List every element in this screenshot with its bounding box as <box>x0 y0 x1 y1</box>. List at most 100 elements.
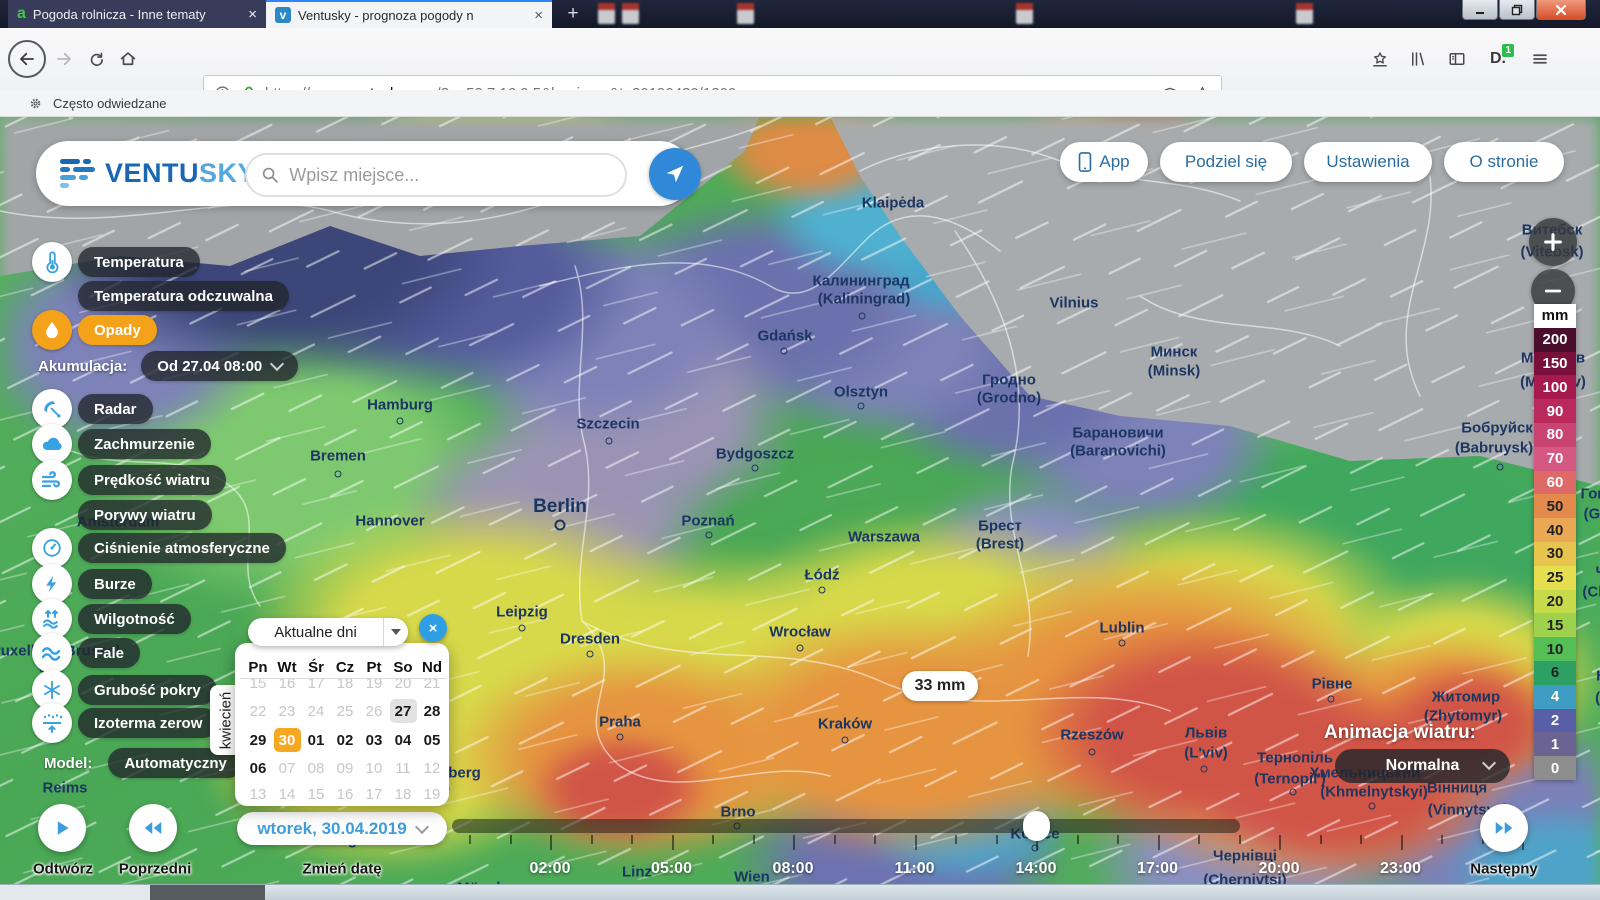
radar-icon[interactable] <box>32 389 72 429</box>
calendar-day[interactable]: 14 <box>274 782 301 806</box>
calendar-day[interactable]: 27 <box>390 699 417 723</box>
layer-item-ciśnienie-atmosferyczne[interactable]: Ciśnienie atmosferyczne <box>32 528 286 568</box>
layer-pill[interactable]: Burze <box>78 569 152 599</box>
calendar-day[interactable]: 06 <box>245 756 272 780</box>
menu-hamburger-icon[interactable] <box>1526 28 1554 90</box>
calendar-day[interactable]: 18 <box>390 782 417 806</box>
settings-button[interactable]: Ustawienia <box>1304 142 1432 182</box>
minimize-button[interactable] <box>1462 0 1498 20</box>
calendar-day[interactable]: 03 <box>361 728 388 752</box>
frequently-visited-label[interactable]: Często odwiedzane <box>53 96 166 111</box>
tab-ventusky-active[interactable]: v Ventusky - prognoza pogody n × <box>266 0 552 28</box>
search-input[interactable] <box>287 164 611 187</box>
layer-item-zachmurzenie[interactable]: Zachmurzenie <box>32 424 211 464</box>
layer-pill[interactable]: Temperatura odczuwalna <box>78 281 289 311</box>
gear-icon[interactable] <box>28 96 43 111</box>
layer-pill[interactable]: Grubość pokry <box>78 675 217 705</box>
calendar-day[interactable]: 26 <box>361 699 388 723</box>
calendar-day[interactable]: 08 <box>303 756 330 780</box>
zoom-in-button[interactable] <box>1529 218 1577 266</box>
play-button[interactable] <box>38 804 86 852</box>
layer-pill[interactable]: Fale <box>78 638 140 668</box>
wind-animation-select[interactable]: Normalna <box>1335 749 1510 783</box>
layer-item-fale[interactable]: Fale <box>32 633 140 673</box>
calendar-day-selected[interactable]: 30 <box>274 728 301 752</box>
about-button[interactable]: O stronie <box>1444 142 1564 182</box>
save-to-bookmarks-icon[interactable] <box>1366 28 1394 90</box>
calendar-day[interactable]: 10 <box>361 756 388 780</box>
select-arrow[interactable] <box>383 618 408 646</box>
layer-pill[interactable]: Temperatura <box>78 247 200 277</box>
calendar-day[interactable]: 01 <box>303 728 330 752</box>
new-tab-button[interactable]: + <box>560 1 586 27</box>
calendar-day[interactable]: 15 <box>303 782 330 806</box>
gauge-icon[interactable] <box>32 528 72 568</box>
calendar-day[interactable]: 09 <box>332 756 359 780</box>
calendar-day[interactable]: 22 <box>245 699 272 723</box>
layer-item-burze[interactable]: Burze <box>32 564 152 604</box>
calendar-day[interactable]: 11 <box>390 756 417 780</box>
isotherm-icon[interactable] <box>32 703 72 743</box>
previous-button[interactable] <box>129 804 177 852</box>
calendar-day[interactable]: 13 <box>245 782 272 806</box>
timeline-track[interactable] <box>452 819 1240 833</box>
calendar-day[interactable]: 17 <box>361 782 388 806</box>
layer-pill[interactable]: Opady <box>78 315 157 345</box>
droplet-icon[interactable] <box>32 310 72 350</box>
city-label: Київ <box>1596 668 1600 685</box>
place-search[interactable] <box>245 153 627 197</box>
restore-button[interactable] <box>1499 0 1535 20</box>
reload-button[interactable] <box>82 28 110 90</box>
layer-pill[interactable]: Ciśnienie atmosferyczne <box>78 533 286 563</box>
geolocate-button[interactable] <box>649 148 701 200</box>
calendar-day[interactable]: 04 <box>390 728 417 752</box>
calendar-day[interactable]: 29 <box>245 728 272 752</box>
home-button[interactable] <box>114 28 142 90</box>
calendar-day[interactable]: 23 <box>274 699 301 723</box>
waves-icon[interactable] <box>32 633 72 673</box>
close-tab-icon[interactable]: × <box>534 8 543 23</box>
layer-pill[interactable]: Zachmurzenie <box>78 429 211 459</box>
layer-item-radar[interactable]: Radar <box>32 389 153 429</box>
close-window-button[interactable] <box>1536 0 1586 20</box>
calendar-day[interactable]: 07 <box>274 756 301 780</box>
sidebar-toggle-icon[interactable] <box>1443 28 1471 90</box>
calendar-day[interactable]: 05 <box>419 728 446 752</box>
calendar-preset-select[interactable]: Aktualne dni <box>248 618 408 646</box>
wind-icon[interactable] <box>32 460 72 500</box>
layer-pill[interactable]: Prędkość wiatru <box>78 465 226 495</box>
layer-item-izoterma-zerow[interactable]: Izoterma zerow <box>32 703 218 743</box>
calendar-close-button[interactable]: × <box>419 614 447 642</box>
next-button[interactable] <box>1480 804 1528 852</box>
share-button[interactable]: Podziel się <box>1160 142 1292 182</box>
back-button[interactable] <box>8 28 46 90</box>
bolt-icon[interactable] <box>32 564 72 604</box>
calendar-day[interactable]: 16 <box>332 782 359 806</box>
city-label: Vilnius <box>1050 295 1099 312</box>
calendar-day[interactable]: 19 <box>419 782 446 806</box>
calendar-day[interactable]: 12 <box>419 756 446 780</box>
timeline-slider-handle[interactable] <box>1023 811 1050 841</box>
city-marker <box>819 587 826 594</box>
app-button[interactable]: App <box>1060 142 1148 182</box>
layer-pill[interactable]: Wilgotność <box>78 604 191 634</box>
accumulation-select[interactable]: Od 27.04 08:00 <box>141 351 298 381</box>
tab-pogoda-rolnicza[interactable]: a Pogoda rolnicza - Inne tematy × <box>8 0 266 28</box>
library-icon[interactable] <box>1404 28 1432 90</box>
calendar-day[interactable]: 28 <box>419 699 446 723</box>
cloud-icon[interactable] <box>32 424 72 464</box>
calendar-day[interactable]: 24 <box>303 699 330 723</box>
extension-icon[interactable]: D. 1 <box>1482 28 1514 90</box>
forward-button[interactable] <box>50 28 78 90</box>
layer-pill[interactable]: Radar <box>78 394 153 424</box>
layer-item-prędkość-wiatru[interactable]: Prędkość wiatru <box>32 460 226 500</box>
calendar-day[interactable]: 02 <box>332 728 359 752</box>
layer-item-opady[interactable]: Opady <box>32 310 157 350</box>
strip-segment-dark <box>150 885 265 900</box>
layer-pill[interactable]: Izoterma zerow <box>78 708 218 738</box>
close-tab-icon[interactable]: × <box>248 7 257 22</box>
date-select[interactable]: wtorek, 30.04.2019 <box>237 812 447 845</box>
calendar-day[interactable]: 25 <box>332 699 359 723</box>
accumulation-row: Akumulacja: Od 27.04 08:00 <box>32 346 298 386</box>
layer-pill[interactable]: Porywy wiatru <box>78 500 212 530</box>
